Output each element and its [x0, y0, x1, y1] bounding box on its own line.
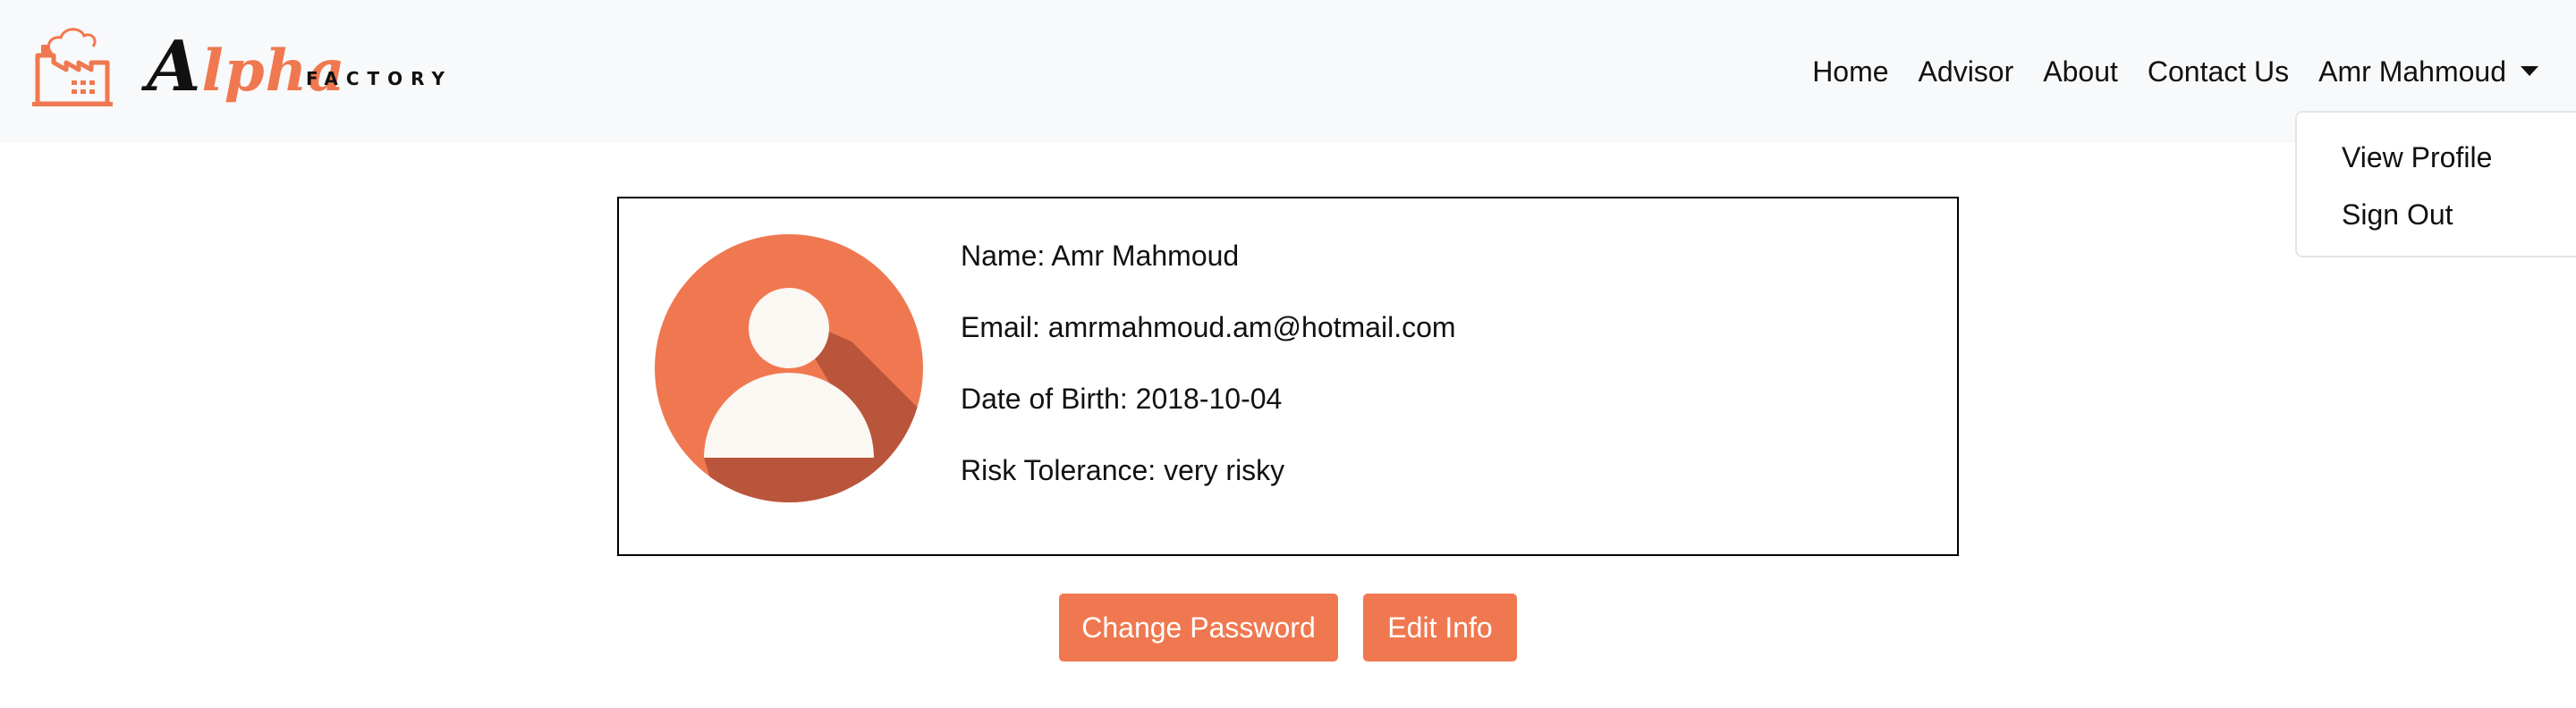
- profile-dob: Date of Birth: 2018-10-04: [961, 383, 1283, 415]
- brand-wordmark-initial: A: [147, 26, 202, 107]
- user-dropdown-menu: View Profile Sign Out: [2295, 111, 2576, 257]
- brand-logo[interactable]: Alpha FACTORY: [32, 20, 470, 118]
- nav-about-link[interactable]: About: [2043, 50, 2118, 93]
- user-avatar-icon: [655, 234, 923, 502]
- navbar: Alpha FACTORY Home Advisor About Contact…: [0, 0, 2576, 143]
- user-menu-toggle[interactable]: Amr Mahmoud: [2318, 50, 2538, 93]
- view-profile-item[interactable]: View Profile: [2342, 138, 2492, 177]
- nav-contact-link[interactable]: Contact Us: [2148, 50, 2289, 93]
- factory-icon: [32, 28, 113, 106]
- profile-name: Name: Amr Mahmoud: [961, 240, 1240, 272]
- profile-email: Email: amrmahmoud.am@hotmail.com: [961, 311, 1456, 343]
- nav-links: Home Advisor About Contact Us Amr Mahmou…: [1783, 50, 2538, 93]
- profile-card: Name: Amr Mahmoud Email: amrmahmoud.am@h…: [617, 197, 1959, 556]
- profile-risk-tolerance: Risk Tolerance: very risky: [961, 454, 1285, 486]
- nav-home-link[interactable]: Home: [1812, 50, 1888, 93]
- sign-out-item[interactable]: Sign Out: [2342, 195, 2453, 234]
- caret-down-icon: [2521, 66, 2538, 77]
- change-password-button[interactable]: Change Password: [1059, 594, 1338, 662]
- nav-advisor-link[interactable]: Advisor: [1919, 50, 2014, 93]
- edit-info-button[interactable]: Edit Info: [1363, 594, 1517, 662]
- brand-subtitle: FACTORY: [306, 68, 453, 89]
- user-menu-label: Amr Mahmoud: [2318, 55, 2506, 88]
